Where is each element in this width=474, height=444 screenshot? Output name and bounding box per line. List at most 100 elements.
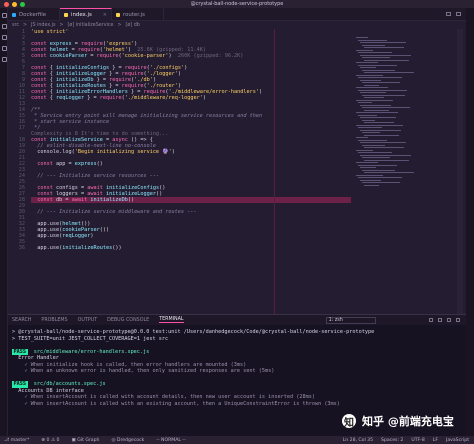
close-icon[interactable]: × <box>103 12 107 18</box>
status-right: Ln 28, Col 35 Spaces: 2 UTF-8 LF JavaScr… <box>343 438 474 443</box>
code-area[interactable]: 'use strict' const express = require('exp… <box>31 29 351 314</box>
source-control-icon[interactable] <box>1 35 7 40</box>
cursor-position[interactable]: Ln 28, Col 35 <box>343 438 373 443</box>
git-graph-status[interactable]: ▣ Git Graph <box>71 438 99 443</box>
status-bar: ⎇ master* ⊗ 0 ⚠ 0 ▣ Git Graph ◎ Dredgeco… <box>0 436 474 444</box>
tab-router-js[interactable]: router.js <box>112 8 164 21</box>
minimap-line <box>364 109 389 111</box>
tab-problems[interactable]: PROBLEMS <box>41 318 67 323</box>
column-ruler <box>274 29 275 314</box>
close-icon[interactable] <box>456 318 460 322</box>
panel-actions <box>429 318 466 322</box>
minimap-line <box>362 82 400 83</box>
language-mode[interactable]: JavaScript <box>446 438 469 443</box>
minimap-line <box>362 107 410 108</box>
minimap-line <box>358 77 402 78</box>
tab-output[interactable]: OUTPUT <box>78 318 98 323</box>
minimap-line <box>362 144 385 146</box>
tab-search[interactable]: SEARCH <box>12 318 31 323</box>
minimap-line <box>362 44 385 46</box>
minimap-line <box>360 104 391 106</box>
minimap-line <box>364 47 404 48</box>
editor-scrollbar[interactable] <box>457 29 463 314</box>
minimap-line <box>358 114 377 116</box>
tab-terminal[interactable]: TERMINAL <box>159 317 184 323</box>
minimap-line <box>358 127 382 128</box>
zhihu-logo-icon: 知 <box>342 414 356 429</box>
terminal-line: ✓ When insertAccount is called with an e… <box>12 400 340 407</box>
minimap-line <box>362 69 395 71</box>
minimap-line <box>364 134 399 136</box>
debug-icon[interactable] <box>1 46 7 51</box>
minimap-line <box>360 179 381 181</box>
problems-status[interactable]: ⊗ 0 ⚠ 0 <box>41 438 59 443</box>
minimap-line <box>358 52 392 53</box>
tab-debug-console[interactable]: DEBUG CONSOLE <box>107 318 149 323</box>
maximize-button[interactable] <box>20 1 25 7</box>
close-button[interactable] <box>4 1 9 7</box>
minimap-line <box>358 164 397 166</box>
docker-icon <box>12 12 16 17</box>
split-editor-icon[interactable] <box>446 12 451 16</box>
minimap-line <box>358 152 392 153</box>
extensions-icon[interactable] <box>1 57 7 62</box>
minimap-line <box>356 174 383 176</box>
line-number: 36 <box>18 245 25 251</box>
js-icon <box>64 13 68 17</box>
minimap-line <box>360 54 411 56</box>
window-controls <box>4 1 25 7</box>
minimap-line <box>360 67 376 68</box>
minimap-line <box>360 154 411 156</box>
code-editor[interactable]: 1 2 3 4 5 6 7 8 9 10 11 12 13 14 15 16 17 18 19 20 21 22 23 24 2… <box>8 29 466 314</box>
minimap-line <box>364 84 379 86</box>
minimap-line <box>364 59 409 61</box>
minimap-line <box>356 124 403 126</box>
minimap-line <box>364 97 384 98</box>
minimap-line <box>362 182 400 183</box>
minimap-line <box>358 177 402 178</box>
search-icon[interactable] <box>1 24 7 29</box>
branch-status[interactable]: ⎇ master* <box>4 438 29 443</box>
minimap-line <box>356 87 388 88</box>
minimap-line <box>358 102 372 103</box>
minimap-line <box>362 119 375 121</box>
minimap-line <box>356 99 393 101</box>
minimap-line <box>358 64 397 66</box>
explorer-icon[interactable] <box>1 13 7 18</box>
minimap-line <box>360 142 406 143</box>
panel-tabs: SEARCH PROBLEMS OUTPUT DEBUG CONSOLE TER… <box>8 314 466 325</box>
minimap-line <box>360 167 376 168</box>
minimap-line <box>356 74 383 76</box>
activity-bar <box>0 8 8 436</box>
js-icon <box>116 12 120 17</box>
minimap[interactable] <box>353 29 443 314</box>
plus-icon[interactable] <box>429 318 433 322</box>
code-line[interactable]: app.use(initializeRoutes()) <box>31 245 351 251</box>
terminal-select[interactable]: 1: zsh <box>325 316 376 324</box>
tab-index-js[interactable]: index.js × <box>60 8 112 21</box>
minimap-line <box>362 57 390 58</box>
minimap-line <box>360 117 396 118</box>
minimap-line <box>356 149 373 151</box>
more-actions-icon[interactable] <box>456 12 461 16</box>
minimap-line <box>356 112 398 113</box>
minimap-line <box>364 122 394 123</box>
minimap-line <box>360 42 406 43</box>
line-number-gutter: 1 2 3 4 5 6 7 8 9 10 11 12 13 14 15 16 17 18 19 20 21 22 23 24 2… <box>8 29 28 314</box>
tab-dockerfile[interactable]: Dockerfile <box>8 8 60 21</box>
encoding[interactable]: UTF-8 <box>411 438 424 443</box>
line-ending[interactable]: LF <box>433 438 438 443</box>
indentation[interactable]: Spaces: 2 <box>381 438 403 443</box>
minimize-button[interactable] <box>12 1 17 7</box>
watermark: 知 知乎 @前端充电宝 <box>342 414 454 429</box>
minimap-line <box>358 89 407 91</box>
minimap-line <box>364 147 404 148</box>
trash-icon[interactable] <box>447 318 451 322</box>
minimap-line <box>360 129 401 131</box>
editor-tabs: Dockerfile index.js × router.js <box>8 8 466 21</box>
minimap-line <box>364 172 414 173</box>
minimap-line <box>356 162 378 163</box>
split-terminal-icon[interactable] <box>438 318 442 322</box>
user-status[interactable]: ◎ Dredgecock <box>111 438 144 443</box>
window-title: @crystal-ball-node-service-prototype <box>190 1 284 7</box>
